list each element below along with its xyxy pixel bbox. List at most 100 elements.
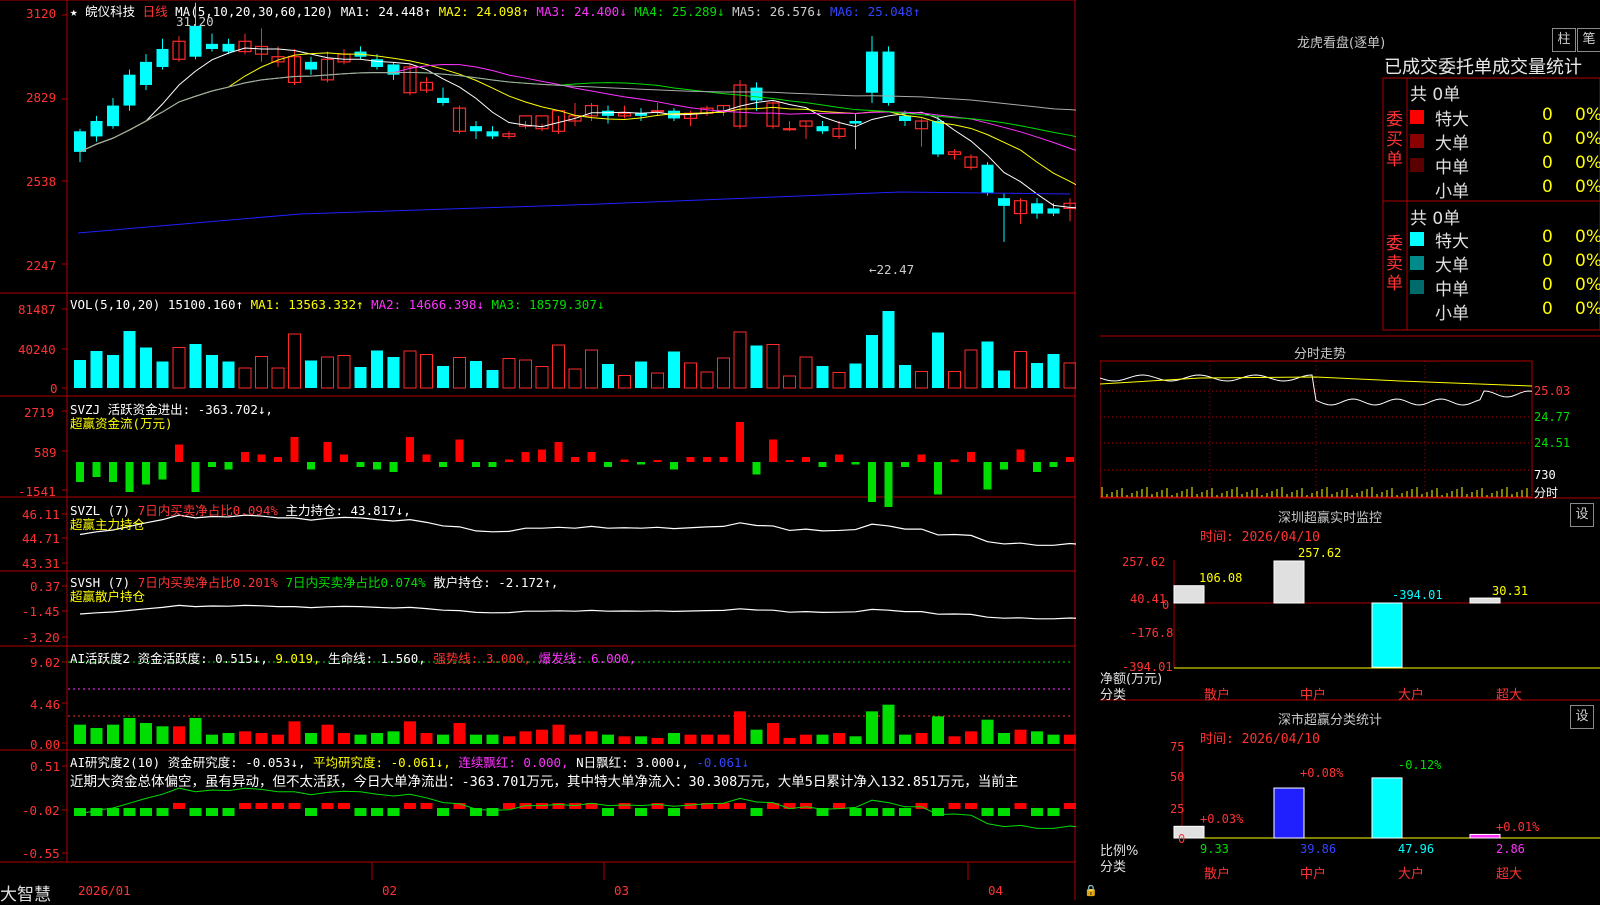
vol-ma1: MA1: 13563.332↑ <box>250 297 364 312</box>
volume-bar <box>981 341 994 388</box>
activity-bar <box>437 734 449 744</box>
activity-bar <box>981 719 994 744</box>
volume-bar <box>783 375 796 389</box>
volume-bar <box>998 370 1010 388</box>
volume-bar <box>899 365 911 388</box>
order-type-label: 小单 <box>1435 304 1469 324</box>
order-stat-header: 已成交委托单成交量统计 <box>1384 57 1582 78</box>
fund-flow-bar <box>686 457 695 462</box>
ma5-value: MA5: 26.576↓ <box>732 4 823 19</box>
monitor-bar-value: -394.01 <box>1392 588 1443 602</box>
activity-bar <box>965 731 977 744</box>
activity-bar <box>371 733 383 744</box>
ai2-red-n: N日飘红: 3.000↓, <box>576 755 689 770</box>
volume-bar <box>420 354 433 389</box>
research-bar <box>272 803 284 809</box>
activity-bar <box>569 734 581 744</box>
fund-flow-bar <box>472 462 480 467</box>
date-axis-label: 02 <box>382 883 398 898</box>
monitor-axis-label: 40.41 <box>1130 592 1167 606</box>
fund-flow-bar <box>125 462 134 492</box>
monitor-bar-value: 30.31 <box>1492 584 1529 598</box>
volume-bar <box>305 360 317 388</box>
activity-bar <box>668 733 680 744</box>
research-bar <box>173 803 185 809</box>
activity-bar <box>519 731 532 744</box>
research-bar <box>255 803 268 809</box>
svsh-axis-label: 0.37 <box>30 579 61 594</box>
activity-bar <box>272 734 284 744</box>
activity-bar <box>123 718 136 744</box>
ai2-axis-label: 0.51 <box>30 759 61 774</box>
activity-bar <box>486 734 499 744</box>
fund-flow-bar <box>653 460 662 462</box>
fund-flow-bar <box>323 442 332 462</box>
fund-flow-bar <box>389 462 398 472</box>
activity-bar <box>338 733 350 744</box>
price-axis-label: 2829 <box>26 90 57 105</box>
candle-body-down <box>932 121 944 155</box>
ai2-title: AI研究度2(10) <box>70 755 161 770</box>
bar-mode-button[interactable]: 柱 <box>1552 28 1576 52</box>
candle-body-up <box>782 128 797 131</box>
candle-body-down <box>156 49 169 67</box>
sell-row: 中单 0 0% <box>1410 275 1600 300</box>
high-annotation: 31.20 <box>176 14 214 29</box>
volume-bar <box>766 344 780 389</box>
stat-value: 9.33 <box>1200 842 1229 856</box>
stat-settings-button[interactable]: 设 <box>1570 705 1594 729</box>
volume-bar <box>206 355 218 388</box>
price-axis-label: 2538 <box>26 174 57 189</box>
research-bar <box>107 808 119 816</box>
research-bar <box>140 808 152 816</box>
tick-mode-button[interactable]: 笔 <box>1577 28 1600 52</box>
research-bar <box>1031 808 1043 816</box>
chart-area[interactable]: ★ 皖仪科技 日线 MA(5,10,20,30,60,120) MA1: 24.… <box>0 0 1098 905</box>
holding-line <box>79 514 1076 546</box>
fund-flow-bar <box>637 462 645 465</box>
volume-bar <box>107 355 119 388</box>
lock-icon[interactable]: 🔒 <box>1084 884 1098 897</box>
ma6-value: MA6: 25.048↑ <box>829 4 921 19</box>
fund-flow-bar <box>670 462 678 470</box>
activity-bar <box>734 711 746 744</box>
monitor-bar-value: 257.62 <box>1298 546 1342 560</box>
activity-bar <box>90 728 103 744</box>
research-bar <box>618 803 631 809</box>
order-pct: 0% <box>1575 227 1600 247</box>
fund-flow-bar <box>521 452 530 462</box>
svzl-axis-label: 46.11 <box>22 507 60 522</box>
vol-header: VOL(5,10,20) 15100.160↑ MA1: 13563.332↑ … <box>70 297 604 312</box>
research-bar <box>206 808 218 816</box>
buy-row: 大单 0 0% <box>1410 129 1600 154</box>
order-count: 0 <box>1542 227 1553 247</box>
fund-flow-bar <box>92 462 101 477</box>
activity-bar <box>800 734 812 744</box>
sell-row: 大单 0 0% <box>1410 251 1600 276</box>
star-icon[interactable]: ★ <box>70 4 78 19</box>
order-type-label: 小单 <box>1435 182 1469 202</box>
ai2-last: -0.061↓ <box>696 755 750 770</box>
monitor-axis-label: -176.8 <box>1130 626 1174 640</box>
ai2-header: AI研究度2(10) 资金研究度: -0.053↓, 平均研究度: -0.061… <box>70 752 749 771</box>
activity-bar <box>305 733 317 744</box>
fund-flow-bar <box>505 459 513 462</box>
volume-bar <box>519 359 532 389</box>
vol-ma2: MA2: 14666.398↓ <box>371 297 484 312</box>
fund-flow-bar <box>785 460 794 462</box>
order-type-label: 中单 <box>1435 158 1469 178</box>
ai1-lifeline: 生命线: 1.560, <box>328 651 426 666</box>
ma-line <box>79 64 1076 153</box>
candle-body-down <box>74 131 86 152</box>
fund-flow-bar <box>917 454 926 462</box>
research-bar <box>239 803 251 809</box>
period-label[interactable]: 日线 <box>143 4 168 19</box>
volume-bar <box>618 375 631 389</box>
research-bar <box>849 808 862 816</box>
fund-flow-bar <box>208 462 216 467</box>
volume-bar <box>964 349 978 389</box>
research-bar <box>602 808 614 816</box>
order-pct: 0% <box>1575 153 1600 173</box>
volume-bar <box>717 357 730 389</box>
monitor-settings-button[interactable]: 设 <box>1570 503 1594 527</box>
